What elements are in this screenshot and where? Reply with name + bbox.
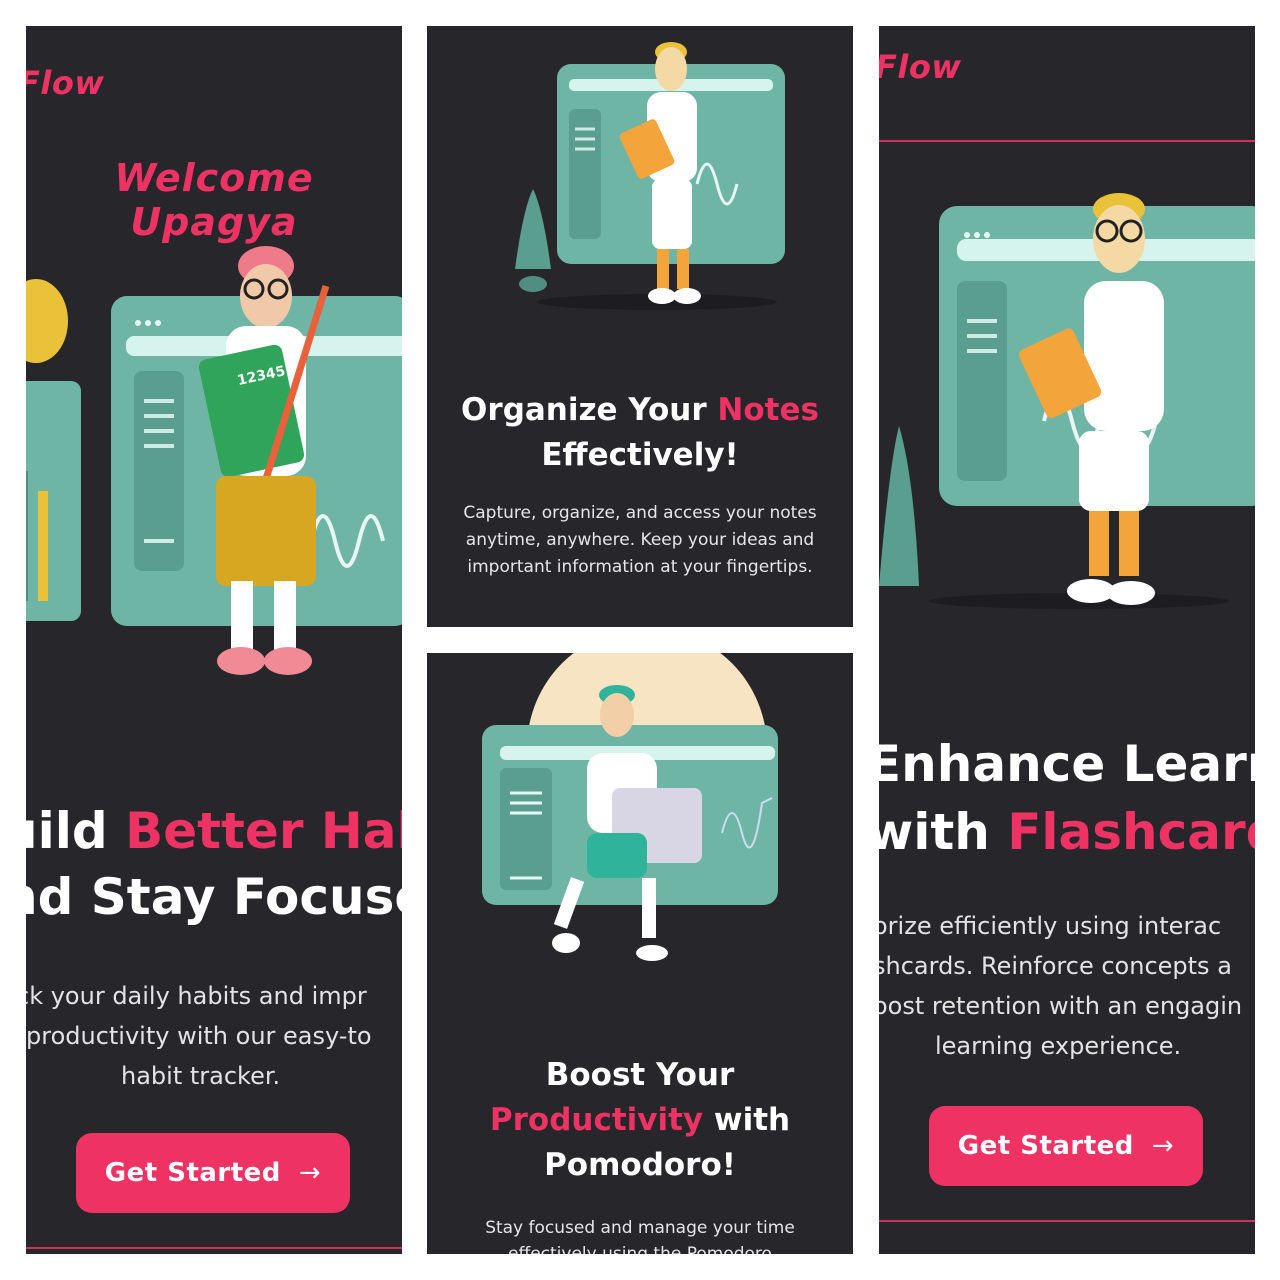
habits-description: ck your daily habits and impr productivi… — [26, 982, 372, 1090]
screen-pomodoro: Boost Your Productivity with Pomodoro! S… — [427, 653, 853, 1254]
divider — [26, 1247, 402, 1249]
notes-description: Capture, organize, and access your notes… — [463, 503, 817, 577]
pomodoro-illustration — [482, 653, 812, 983]
pomodoro-description: Stay focused and manage your time effect… — [485, 1218, 795, 1254]
divider — [879, 1220, 1255, 1222]
flashcards-illustration — [879, 191, 1255, 611]
welcome-heading: Welcome Upagya — [114, 156, 314, 244]
flashcards-heading: Enhance Learning with Flashcards! — [879, 735, 1255, 861]
pomodoro-heading: Boost Your Productivity with Pomodoro! — [489, 1057, 791, 1183]
flashcards-description: orize efficiently using interac shcards.… — [879, 912, 1243, 1060]
notes-heading: Organize Your Notes Effectively! — [461, 392, 819, 473]
get-started-button[interactable]: Get Started → — [929, 1106, 1203, 1186]
habits-heading: uild Better Habi nd Stay Focuse — [26, 802, 402, 926]
arrow-right-icon: → — [298, 1158, 322, 1188]
screen-notes: Organize Your Notes Effectively! Capture… — [427, 26, 853, 627]
get-started-button[interactable]: Get Started → — [76, 1133, 350, 1213]
brand-logo: Flow — [26, 64, 105, 102]
screen-habits: Flow Welcome Upagya 12345 ild Better Ha … — [26, 26, 402, 1254]
brand-logo: Flow — [879, 48, 962, 86]
screen-flashcards: Flow Enhance Learning with Flashcar — [879, 26, 1255, 1254]
arrow-right-icon: → — [1151, 1131, 1175, 1161]
habit-illustration: 12345 — [26, 241, 402, 721]
notes-illustration — [487, 34, 807, 324]
divider — [879, 140, 1255, 142]
